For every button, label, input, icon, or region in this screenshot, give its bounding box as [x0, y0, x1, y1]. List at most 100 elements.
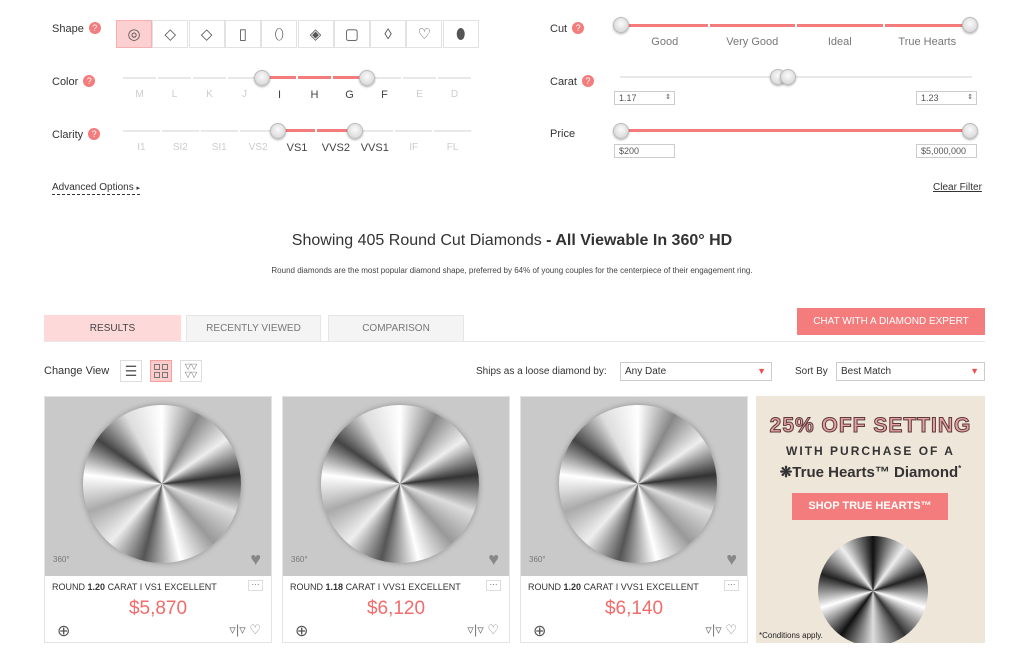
price-max-input[interactable]: $5,000,000	[916, 144, 977, 158]
shape-pear-button[interactable]: ⬮	[442, 20, 479, 48]
clear-filter-link[interactable]: Clear Filter	[933, 182, 982, 193]
more-options-button[interactable]: ···	[724, 580, 739, 591]
asscher-shape-icon: ◈	[309, 26, 322, 43]
stepper-icon[interactable]: ⇕	[967, 92, 973, 103]
conditions-note: *Conditions apply.	[759, 631, 823, 640]
product-price: $6,140	[604, 598, 664, 619]
cut-segment[interactable]	[709, 24, 795, 27]
zoom-icon[interactable]: ⊕	[295, 621, 308, 641]
product-card[interactable]: 360° ♥ ROUND 1.20 CARAT I VVS1 EXCELLENT ··…	[520, 396, 748, 643]
compare-icon[interactable]: ▿|▿	[229, 622, 249, 637]
promo-banner[interactable]: 25% OFF SETTING WITH PURCHASE OF A ❋True…	[756, 396, 985, 643]
carat-track[interactable]	[620, 76, 972, 78]
help-icon[interactable]: ?	[581, 75, 594, 87]
product-carat: 1.20	[87, 582, 106, 592]
product-title[interactable]: ROUND 1.20 CARAT I VVS1 EXCELLENT	[528, 582, 699, 592]
radiant-shape-icon: ▢	[344, 26, 359, 43]
shape-round-button[interactable]: ◎	[116, 20, 152, 48]
marquise-shape-icon: ◊	[384, 25, 392, 43]
product-image[interactable]: 360° ♥	[521, 397, 747, 576]
clarity-segment[interactable]	[434, 130, 471, 132]
dropdown-caret-icon: ▼	[757, 366, 766, 376]
princess-shape-icon: ◇	[164, 26, 177, 43]
color-segment[interactable]	[158, 77, 191, 79]
list-icon: ☰	[124, 363, 138, 379]
carat-min-input[interactable]: 1.17 ⇕	[614, 91, 675, 105]
price-max-thumb[interactable]	[962, 123, 978, 139]
carat-max-input[interactable]: 1.23 ⇕	[916, 91, 977, 105]
tab-results[interactable]: RESULTS	[44, 315, 181, 342]
grid-view-button[interactable]	[150, 360, 172, 382]
favorite-heart-icon[interactable]: ♥	[726, 549, 737, 570]
carat-max-thumb[interactable]	[780, 69, 796, 85]
help-icon[interactable]: ?	[572, 22, 585, 34]
card-actions: ▿|▿ ♡	[705, 622, 737, 638]
color-max-thumb[interactable]	[359, 70, 375, 86]
cut-segment[interactable]	[884, 24, 970, 27]
favorite-heart-icon[interactable]: ♥	[488, 549, 499, 570]
wishlist-heart-icon[interactable]: ♡	[249, 622, 261, 637]
clarity-max-thumb[interactable]	[347, 123, 364, 139]
clarity-segment[interactable]	[123, 130, 160, 132]
hearts-view-button[interactable]: ▽▽ ▽▽	[180, 360, 202, 382]
product-title[interactable]: ROUND 1.20 CARAT I VS1 EXCELLENT	[52, 582, 217, 592]
zoom-icon[interactable]: ⊕	[57, 621, 70, 641]
ships-date-select[interactable]: Any Date ▼	[620, 362, 772, 381]
advanced-options-link[interactable]: Advanced Options ▸	[52, 182, 141, 195]
shape-radiant-button[interactable]: ▢	[333, 20, 370, 48]
color-segment[interactable]	[438, 77, 471, 79]
compare-icon[interactable]: ▿|▿	[705, 622, 725, 637]
product-specs: CARAT I VVS1 EXCELLENT	[583, 582, 699, 592]
more-options-button[interactable]: ···	[248, 580, 263, 591]
clarity-segment[interactable]	[395, 130, 433, 132]
cut-segment[interactable]	[797, 24, 883, 27]
chat-expert-button[interactable]: CHAT WITH A DIAMOND EXPERT	[797, 308, 985, 335]
color-segment[interactable]	[403, 77, 436, 79]
list-view-button[interactable]: ☰	[120, 360, 142, 382]
product-image[interactable]: 360° ♥	[283, 397, 509, 576]
grid-icon	[154, 364, 168, 378]
price-min-input[interactable]: $200	[614, 144, 675, 158]
product-title[interactable]: ROUND 1.18 CARAT I VVS1 EXCELLENT	[290, 582, 461, 592]
shape-heart-button[interactable]: ♡	[406, 20, 443, 48]
tab-recently-viewed[interactable]: RECENTLY VIEWED	[186, 315, 321, 342]
wishlist-heart-icon[interactable]: ♡	[487, 622, 499, 637]
shape-label: Shape?	[52, 22, 101, 35]
shape-emerald-button[interactable]: ▯	[224, 20, 261, 48]
wishlist-heart-icon[interactable]: ♡	[725, 622, 737, 637]
cut-segment[interactable]	[622, 24, 708, 27]
stepper-icon[interactable]: ⇕	[665, 92, 671, 103]
shop-true-hearts-button[interactable]: SHOP TRUE HEARTS™	[792, 493, 948, 520]
clarity-min-thumb[interactable]	[269, 123, 286, 139]
zoom-icon[interactable]: ⊕	[533, 621, 546, 641]
color-grade-label: H	[310, 89, 319, 101]
shape-princess-button[interactable]: ◇	[152, 20, 189, 48]
shape-asscher-button[interactable]: ◈	[297, 20, 334, 48]
shape-cushion-button[interactable]: ◇	[188, 20, 225, 48]
price-range[interactable]	[620, 129, 972, 132]
color-min-thumb[interactable]	[254, 70, 270, 86]
product-image[interactable]: 360° ♥	[45, 397, 271, 576]
cut-min-thumb[interactable]	[613, 17, 629, 33]
more-options-button[interactable]: ···	[486, 580, 501, 591]
compare-icon[interactable]: ▿|▿	[467, 622, 487, 637]
color-segment[interactable]	[298, 76, 331, 79]
sort-select[interactable]: Best Match ▼	[836, 362, 985, 381]
cut-max-thumb[interactable]	[962, 17, 978, 33]
color-segment[interactable]	[123, 77, 156, 79]
ships-label: Ships as a loose diamond by:	[476, 366, 607, 377]
clarity-segment[interactable]	[200, 130, 238, 132]
card-actions: ▿|▿ ♡	[467, 622, 499, 638]
help-icon[interactable]: ?	[88, 128, 101, 140]
help-icon[interactable]: ?	[83, 75, 96, 87]
favorite-heart-icon[interactable]: ♥	[250, 549, 261, 570]
shape-oval-button[interactable]: ⬯	[261, 20, 298, 48]
shape-marquise-button[interactable]: ◊	[370, 20, 407, 48]
price-min-thumb[interactable]	[613, 123, 629, 139]
help-icon[interactable]: ?	[88, 22, 101, 34]
product-card[interactable]: 360° ♥ ROUND 1.18 CARAT I VVS1 EXCELLENT ··…	[282, 396, 510, 643]
tab-comparison[interactable]: COMPARISON	[328, 315, 464, 342]
clarity-segment[interactable]	[161, 130, 199, 132]
color-segment[interactable]	[193, 77, 226, 79]
product-card[interactable]: 360° ♥ ROUND 1.20 CARAT I VS1 EXCELLENT ···…	[44, 396, 272, 643]
